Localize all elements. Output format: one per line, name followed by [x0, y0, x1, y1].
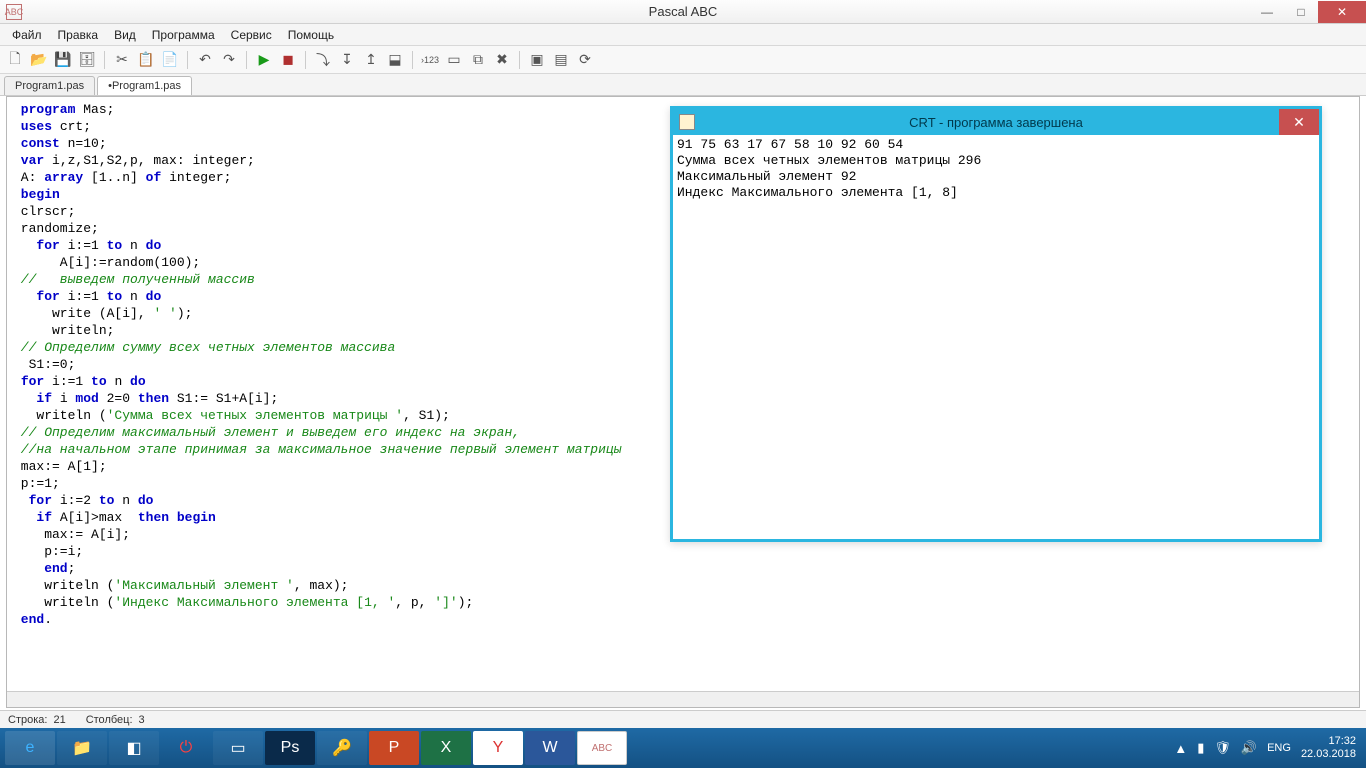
- step-over-icon[interactable]: ⤵: [312, 49, 334, 71]
- taskbar: e 📁 ◧ ⏻ ▭ Ps 🔑 P X Y W ABC ▲ ▮ 🛡 🔊 ENG 1…: [0, 728, 1366, 768]
- system-tray[interactable]: ▲ ▮ 🛡 🔊 ENG 17:32 22.03.2018: [1174, 735, 1362, 761]
- separator: [187, 51, 188, 69]
- undo-icon[interactable]: ↶: [194, 49, 216, 71]
- menu-edit[interactable]: Правка: [50, 26, 107, 44]
- taskbar-ie-icon[interactable]: e: [5, 731, 55, 765]
- copy-icon[interactable]: 📋: [135, 49, 157, 71]
- code-line[interactable]: writeln ('Индекс Максимального элемента …: [13, 594, 1353, 611]
- crt-titlebar[interactable]: CRT - программа завершена ✕: [673, 109, 1319, 135]
- separator: [412, 51, 413, 69]
- delete-icon[interactable]: ✖: [491, 49, 513, 71]
- crt-close-button[interactable]: ✕: [1279, 109, 1319, 135]
- cut-icon[interactable]: ✂: [111, 49, 133, 71]
- open-file-icon[interactable]: 📂: [28, 49, 50, 71]
- separator: [519, 51, 520, 69]
- crt-title-text: CRT - программа завершена: [909, 115, 1083, 130]
- code-line[interactable]: p:=i;: [13, 543, 1353, 560]
- minimize-button[interactable]: —: [1250, 1, 1284, 23]
- app-icon: ABC: [6, 4, 22, 20]
- tray-lang[interactable]: ENG: [1267, 742, 1291, 754]
- status-line-label: Строка:: [8, 714, 47, 726]
- redo-icon[interactable]: ↷: [218, 49, 240, 71]
- title-bar: ABC Pascal ABC — □ ✕: [0, 0, 1366, 24]
- menu-bar: Файл Правка Вид Программа Сервис Помощь: [0, 24, 1366, 46]
- new-file-icon[interactable]: 🗋: [4, 49, 26, 71]
- tray-time: 17:32: [1301, 735, 1356, 748]
- tray-volume-icon[interactable]: 🔊: [1241, 740, 1257, 756]
- taskbar-pascalabc-icon[interactable]: ABC: [577, 731, 627, 765]
- menu-service[interactable]: Сервис: [223, 26, 280, 44]
- toolbar: 🗋 📂 💾 🗄 ✂ 📋 📄 ↶ ↷ ▶ ◼ ⤵ ↧ ↥ ⬓ ›123 ▭ ⧉ ✖…: [0, 46, 1366, 74]
- close-button[interactable]: ✕: [1318, 1, 1366, 23]
- reload-icon[interactable]: ⟳: [574, 49, 596, 71]
- separator: [104, 51, 105, 69]
- horizontal-scrollbar[interactable]: [7, 691, 1359, 707]
- tray-date: 22.03.2018: [1301, 748, 1356, 761]
- status-bar: Строка: 21 Столбец: 3: [0, 710, 1366, 728]
- window-icon[interactable]: ▭: [443, 49, 465, 71]
- taskbar-yandex-icon[interactable]: Y: [473, 731, 523, 765]
- tray-network-icon[interactable]: 🛡: [1214, 740, 1231, 756]
- console-icon[interactable]: ▤: [550, 49, 572, 71]
- stop-icon[interactable]: ◼: [277, 49, 299, 71]
- output-icon[interactable]: ▣: [526, 49, 548, 71]
- code-line[interactable]: end.: [13, 611, 1353, 628]
- separator: [305, 51, 306, 69]
- menu-help[interactable]: Помощь: [280, 26, 342, 44]
- tabs: Program1.pas •Program1.pas: [0, 74, 1366, 96]
- breakpoint-icon[interactable]: ⬓: [384, 49, 406, 71]
- save-all-icon[interactable]: 🗄: [76, 49, 98, 71]
- separator: [246, 51, 247, 69]
- taskbar-excel-icon[interactable]: X: [421, 731, 471, 765]
- window-title: Pascal ABC: [649, 4, 718, 19]
- step-into-icon[interactable]: ↧: [336, 49, 358, 71]
- taskbar-word-icon[interactable]: W: [525, 731, 575, 765]
- tab-program1-dirty[interactable]: •Program1.pas: [97, 76, 192, 95]
- windows-icon[interactable]: ⧉: [467, 49, 489, 71]
- status-col-label: Столбец:: [86, 714, 133, 726]
- taskbar-powerpoint-icon[interactable]: P: [369, 731, 419, 765]
- var-watch-icon[interactable]: ›123: [419, 49, 441, 71]
- status-line-value: 21: [53, 714, 65, 726]
- menu-view[interactable]: Вид: [106, 26, 144, 44]
- crt-output: 91 75 63 17 67 58 10 92 60 54 Сумма всех…: [673, 135, 1319, 203]
- status-col-value: 3: [139, 714, 145, 726]
- tab-program1[interactable]: Program1.pas: [4, 76, 95, 95]
- taskbar-photoshop-icon[interactable]: Ps: [265, 731, 315, 765]
- maximize-button[interactable]: □: [1284, 1, 1318, 23]
- tray-flag-icon[interactable]: ▲: [1174, 741, 1187, 756]
- taskbar-power-icon[interactable]: ⏻: [161, 731, 211, 765]
- menu-file[interactable]: Файл: [4, 26, 50, 44]
- taskbar-key-icon[interactable]: 🔑: [317, 731, 367, 765]
- code-line[interactable]: writeln ('Максимальный элемент ', max);: [13, 577, 1353, 594]
- paste-icon[interactable]: 📄: [159, 49, 181, 71]
- crt-app-icon: [679, 114, 695, 130]
- code-line[interactable]: end;: [13, 560, 1353, 577]
- taskbar-app-icon[interactable]: ◧: [109, 731, 159, 765]
- tray-battery-icon[interactable]: ▮: [1197, 740, 1204, 756]
- save-icon[interactable]: 💾: [52, 49, 74, 71]
- step-out-icon[interactable]: ↥: [360, 49, 382, 71]
- menu-program[interactable]: Программа: [144, 26, 223, 44]
- crt-window[interactable]: CRT - программа завершена ✕ 91 75 63 17 …: [670, 106, 1322, 542]
- taskbar-window-icon[interactable]: ▭: [213, 731, 263, 765]
- run-icon[interactable]: ▶: [253, 49, 275, 71]
- tray-clock[interactable]: 17:32 22.03.2018: [1301, 735, 1356, 761]
- taskbar-explorer-icon[interactable]: 📁: [57, 731, 107, 765]
